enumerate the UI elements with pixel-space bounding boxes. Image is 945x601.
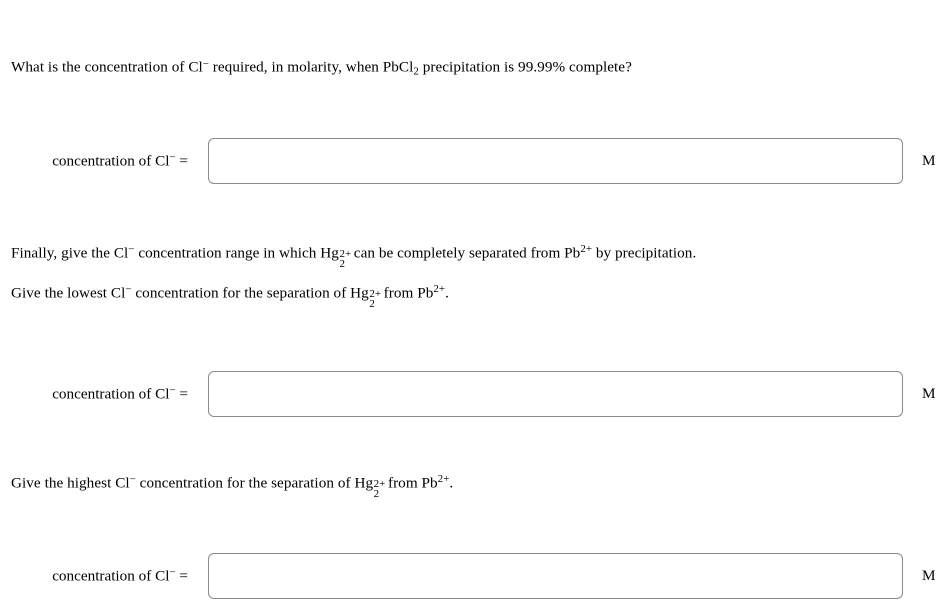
formula-base: PbCl — [382, 58, 414, 76]
question-2-prompt: Finally, give the Cl− concentration rang… — [11, 231, 696, 312]
question-3-line-1: Give the highest Cl− concentration for t… — [11, 461, 453, 501]
concentration-input-2[interactable] — [208, 371, 903, 417]
answer-row-2: concentration of Cl− = M — [0, 371, 945, 417]
answer-row-3: concentration of Cl− = M — [0, 553, 945, 599]
formula-base: Pb — [421, 474, 438, 492]
unit-label-3: M — [922, 567, 936, 584]
formula-superscript: 2+ — [433, 283, 446, 296]
question-1-line-1: What is the concentration of Cl− require… — [11, 58, 632, 78]
formula-base: Cl — [110, 284, 126, 302]
formula-base: Pb — [417, 284, 434, 302]
formula-superscript: − — [202, 58, 209, 70]
formula-superscript: − — [129, 473, 136, 486]
formula-superscript: − — [169, 384, 176, 397]
formula-superscript: 2+ — [580, 243, 593, 255]
problem-page: What is the concentration of Cl− require… — [0, 0, 945, 601]
formula-subscript: 2 — [339, 258, 345, 270]
formula-base: Pb — [564, 244, 581, 262]
question-2-line-1: Finally, give the Cl− concentration rang… — [11, 231, 696, 271]
question-1-prompt: What is the concentration of Cl− require… — [11, 46, 632, 90]
formula-superscript: − — [169, 566, 176, 579]
formula-base: Cl — [188, 58, 203, 76]
formula-base: Hg — [350, 284, 369, 302]
formula-base: Hg — [354, 474, 374, 492]
formula-base: Cl — [155, 567, 170, 585]
question-2-line-2: Give the lowest Cl− concentration for th… — [11, 271, 696, 311]
formula-superscript: 2+ — [437, 473, 450, 485]
concentration-input-3[interactable] — [208, 553, 903, 599]
formula-base: Cl — [113, 244, 129, 262]
answer-row-1: concentration of Cl− = M — [0, 138, 945, 184]
unit-label-1: M — [922, 152, 936, 169]
answer-label-3: concentration of Cl− = — [52, 566, 188, 585]
formula-subscript: 2 — [373, 488, 380, 500]
formula-subscript: 2 — [369, 298, 375, 311]
formula-superscript: − — [125, 283, 132, 296]
formula-base: Cl — [155, 152, 170, 170]
formula-subscript: 2 — [413, 65, 419, 78]
formula-superscript: − — [128, 243, 135, 256]
answer-label-2: concentration of Cl− = — [52, 384, 188, 403]
formula-superscript: − — [169, 151, 176, 164]
concentration-input-1[interactable] — [208, 138, 903, 184]
formula-base: Hg — [320, 244, 339, 262]
formula-base: Cl — [115, 474, 130, 492]
formula-base: Cl — [155, 385, 170, 403]
unit-label-2: M — [922, 385, 936, 402]
answer-label-1: concentration of Cl− = — [52, 151, 188, 170]
question-3-prompt: Give the highest Cl− concentration for t… — [11, 461, 453, 501]
